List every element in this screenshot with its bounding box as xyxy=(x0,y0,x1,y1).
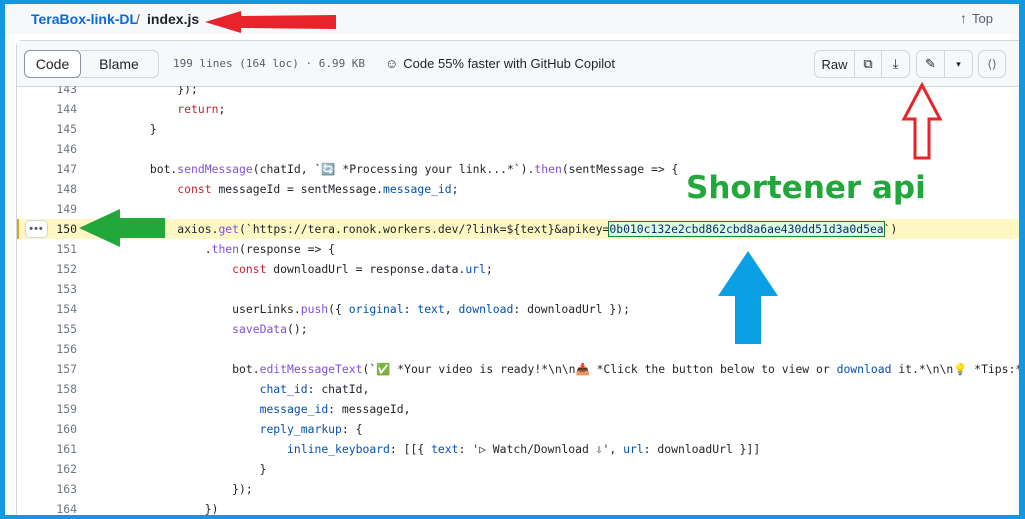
annotation-arrows xyxy=(79,11,943,344)
red-up-arrow xyxy=(901,81,943,160)
blue-up-arrow xyxy=(718,251,778,344)
red-left-arrow xyxy=(205,11,336,33)
green-left-arrow xyxy=(79,209,165,247)
screenshot-frame: TeraBox-link-DL / index.js ↑ Top Code Bla… xyxy=(5,4,1019,515)
